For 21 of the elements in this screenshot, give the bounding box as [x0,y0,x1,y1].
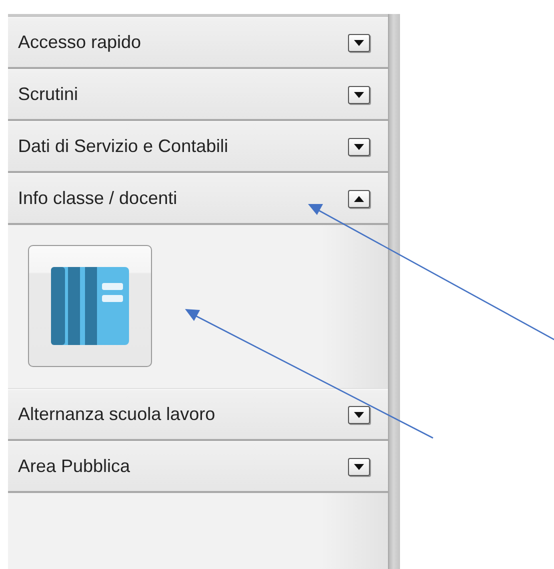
toggle-button[interactable] [348,34,370,52]
accordion-header[interactable]: Scrutini [8,69,388,121]
book-tile-button[interactable] [28,245,152,367]
section-title: Area Pubblica [18,456,130,477]
toggle-button[interactable] [348,86,370,104]
section-title: Accesso rapido [18,32,142,53]
section-title: Alternanza scuola lavoro [18,404,216,425]
section-title: Info classe / docenti [18,188,178,209]
accordion-header[interactable]: Accesso rapido [8,17,388,69]
toggle-button[interactable] [348,190,370,208]
toggle-button[interactable] [348,406,370,424]
section-title: Scrutini [18,84,78,105]
accordion-header[interactable]: Area Pubblica [8,441,388,493]
scrollbar[interactable] [388,14,400,569]
toggle-button[interactable] [348,458,370,476]
book-icon [49,265,131,347]
accordion-header[interactable]: Dati di Servizio e Contabili [8,121,388,173]
accordion-header[interactable]: Alternanza scuola lavoro [8,389,388,441]
accordion-header[interactable]: Info classe / docenti [8,173,388,225]
section-title: Dati di Servizio e Contabili [18,136,228,157]
toggle-button[interactable] [348,138,370,156]
